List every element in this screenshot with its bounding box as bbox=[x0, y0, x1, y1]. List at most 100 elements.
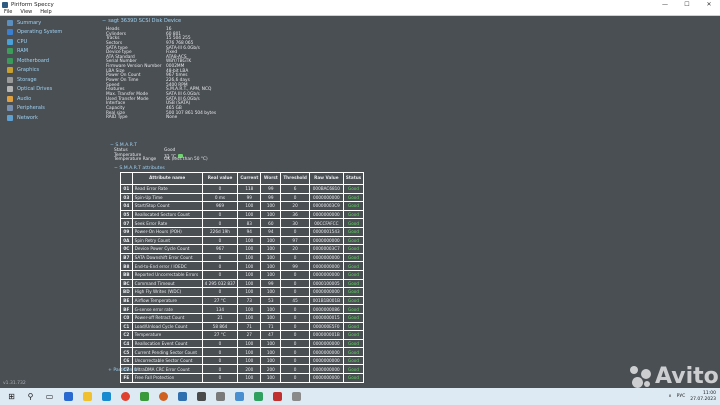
taskbar-app-icon[interactable] bbox=[118, 390, 133, 403]
worst-value: 100 bbox=[260, 304, 282, 314]
status-value: Good bbox=[342, 235, 365, 246]
attribute-id: FE bbox=[120, 373, 133, 383]
device-header[interactable]: − sagt 3639D SCSI Disk Device bbox=[102, 19, 181, 24]
taskbar-app-icon[interactable] bbox=[156, 390, 171, 403]
threshold-value: 0 bbox=[280, 355, 310, 366]
sidebar-item-motherboard[interactable]: Motherboard bbox=[0, 56, 90, 66]
taskbar-app-icon[interactable] bbox=[137, 390, 152, 403]
real-value: 0 bbox=[201, 235, 239, 246]
taskbar-app-icon[interactable] bbox=[270, 390, 285, 403]
network-icon bbox=[7, 114, 13, 121]
language-indicator[interactable]: РУС bbox=[677, 394, 686, 399]
attribute-id: 03 bbox=[120, 192, 133, 203]
real-value: 0 bbox=[201, 252, 239, 263]
sidebar-item-summary[interactable]: Summary bbox=[0, 18, 90, 28]
taskbar-app-icon[interactable] bbox=[80, 390, 95, 403]
threshold-value: 0 bbox=[280, 347, 310, 357]
status-value: Good bbox=[342, 338, 365, 349]
current-value: 100 bbox=[237, 312, 262, 323]
attribute-id: BF bbox=[120, 304, 133, 314]
worst-value: 100 bbox=[260, 244, 282, 254]
table-row: C4 Reallocation Event Count 0 100 100 0 000000… bbox=[120, 338, 365, 349]
current-value: 100 bbox=[237, 373, 262, 383]
attribute-id: C1 bbox=[120, 321, 133, 332]
table-row: BE Airflow Temperature 27 °C 73 53 45 001B1B00… bbox=[120, 295, 365, 306]
threshold-value: 45 bbox=[280, 295, 310, 306]
menu-view[interactable]: View bbox=[16, 9, 36, 15]
sidebar-item-audio[interactable]: Audio bbox=[0, 94, 90, 104]
sidebar-item-cpu[interactable]: CPU bbox=[0, 37, 90, 47]
sidebar-item-optical-drives[interactable]: Optical Drives bbox=[0, 85, 90, 95]
taskbar-app-icon[interactable] bbox=[175, 390, 190, 403]
menu-file[interactable]: File bbox=[0, 9, 16, 15]
attribute-name: Command Timeout bbox=[131, 278, 203, 289]
table-row: 03 Spin-Up Time 0 ms 99 99 0 0000000000 Good bbox=[120, 192, 365, 203]
sidebar: Summary Operating System CPU RAM Motherboard… bbox=[0, 18, 90, 378]
table-row: BB Reported Uncorrectable Errors 0 100 100 0 0… bbox=[120, 269, 365, 280]
task-view-icon[interactable]: ▭ bbox=[42, 390, 57, 403]
raw-value: 0000000000 bbox=[308, 373, 344, 383]
clock[interactable]: 11:00 27.07.2023 bbox=[690, 391, 716, 402]
raw-value: 00000003C7 bbox=[308, 244, 344, 254]
windows-start-icon[interactable]: ⊞ bbox=[4, 390, 19, 403]
sidebar-item-operating-system[interactable]: Operating System bbox=[0, 28, 90, 38]
status-value: Good bbox=[342, 364, 365, 375]
attribute-id: 04 bbox=[120, 201, 133, 211]
ram-icon bbox=[7, 48, 13, 55]
taskbar-app-icon[interactable] bbox=[61, 390, 76, 403]
raw-value: 0000000000 bbox=[308, 192, 344, 203]
maximize-button[interactable]: ☐ bbox=[676, 0, 698, 9]
status-value: Good bbox=[342, 184, 365, 194]
speccy-app-icon bbox=[2, 1, 8, 8]
sidebar-item-label: CPU bbox=[17, 38, 28, 45]
attribute-name: Seek Error Rate bbox=[131, 218, 203, 228]
current-value: 100 bbox=[237, 244, 262, 254]
raw-value: 0000000000 bbox=[308, 209, 344, 220]
tray-chevron-icon[interactable]: ∧ bbox=[668, 394, 671, 399]
sidebar-item-label: Optical Drives bbox=[17, 86, 53, 93]
status-value: Good bbox=[342, 330, 365, 340]
sidebar-item-peripherals[interactable]: Peripherals bbox=[0, 104, 90, 114]
current-value: 118 bbox=[237, 184, 262, 194]
sidebar-item-storage[interactable]: Storage bbox=[0, 75, 90, 85]
taskbar-app-icon[interactable] bbox=[213, 390, 228, 403]
smart-attributes-header[interactable]: − S.M.A.R.T attributes bbox=[114, 166, 165, 171]
real-value: 0 bbox=[201, 287, 239, 297]
status-value: Good bbox=[342, 321, 365, 332]
taskbar-app-icon[interactable] bbox=[289, 390, 304, 403]
attribute-id: C0 bbox=[120, 312, 133, 323]
current-value: 100 bbox=[237, 269, 262, 280]
menu-help[interactable]: Help bbox=[36, 9, 55, 15]
taskbar: ⊞ ⚲ ▭ ∧ РУС 11:00 27.07.2023 bbox=[0, 388, 720, 405]
status-value: Good bbox=[342, 287, 365, 297]
taskbar-app-icon[interactable] bbox=[194, 390, 209, 403]
status-value: Good bbox=[342, 355, 365, 366]
sidebar-item-graphics[interactable]: Graphics bbox=[0, 66, 90, 76]
threshold-value: 0 bbox=[280, 304, 310, 314]
table-row: BD High Fly Writes (WDC) 0 100 100 0 000000000… bbox=[120, 287, 365, 297]
search-icon[interactable]: ⚲ bbox=[23, 390, 38, 403]
sidebar-item-network[interactable]: Network bbox=[0, 113, 90, 123]
real-value: 0 bbox=[201, 269, 239, 280]
minimize-button[interactable]: — bbox=[654, 0, 676, 9]
sidebar-item-ram[interactable]: RAM bbox=[0, 47, 90, 57]
partition-item[interactable]: + Partition 0 bbox=[108, 368, 137, 373]
table-row: B7 SATA Downshift Error Count 0 100 100 0 0000… bbox=[120, 252, 365, 263]
attribute-name: Power-off Retract Count bbox=[131, 312, 203, 323]
raw-value: 000000001B bbox=[308, 330, 344, 340]
real-value: 27 °C bbox=[201, 295, 239, 306]
real-value: 27 °C bbox=[201, 330, 239, 340]
real-value: 969 bbox=[201, 201, 239, 211]
taskbar-app-icon[interactable] bbox=[232, 390, 247, 403]
raw-value: 000000E5F0 bbox=[308, 321, 344, 332]
attribute-name: End-to-End error / IOEDC bbox=[131, 261, 203, 271]
current-value: 100 bbox=[237, 304, 262, 314]
raw-value: 0000000000 bbox=[308, 338, 344, 349]
taskbar-app-icon[interactable] bbox=[251, 390, 266, 403]
collapse-toggle-icon[interactable]: − bbox=[102, 18, 106, 24]
worst-value: 100 bbox=[260, 338, 282, 349]
taskbar-app-icon[interactable] bbox=[99, 390, 114, 403]
real-value: 134 bbox=[201, 304, 239, 314]
close-button[interactable]: ✕ bbox=[698, 0, 720, 9]
sidebar-item-label: RAM bbox=[17, 48, 29, 55]
